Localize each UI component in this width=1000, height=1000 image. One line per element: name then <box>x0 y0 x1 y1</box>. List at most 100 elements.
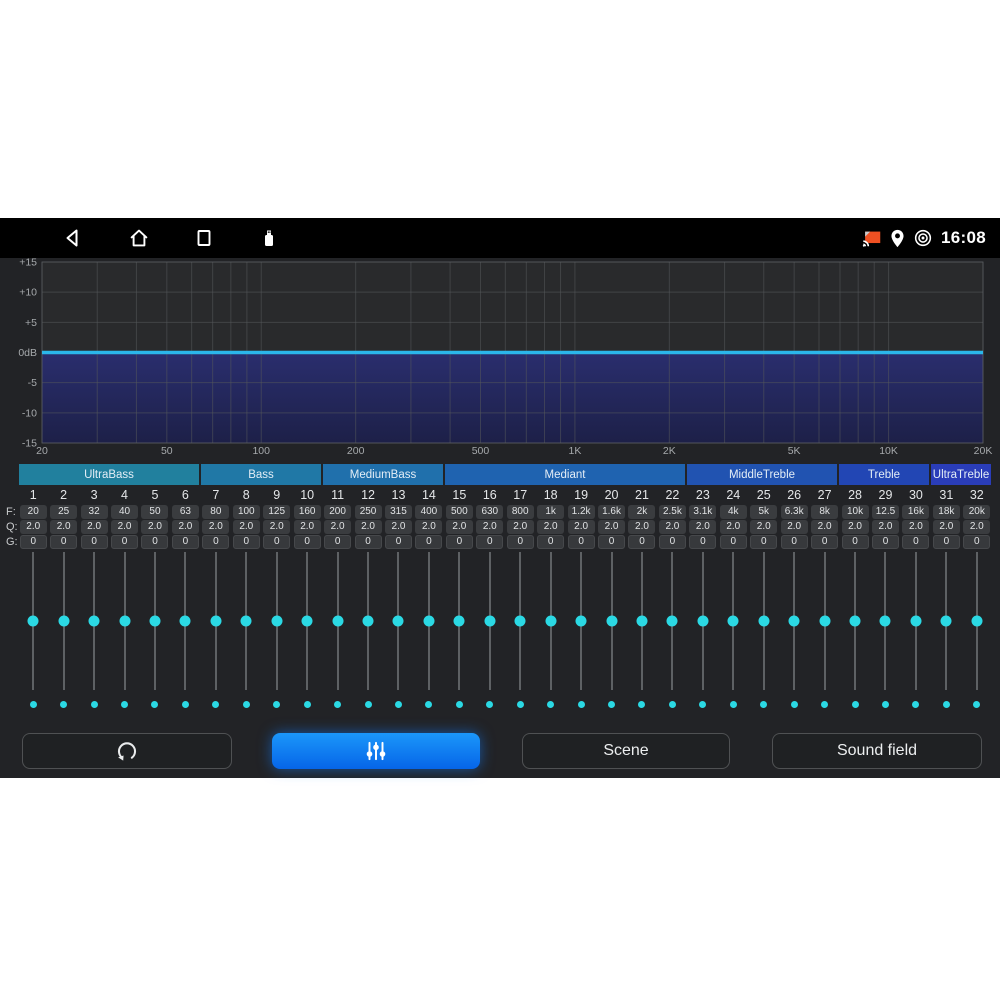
band-q-value: 2.0 <box>50 520 77 534</box>
slider-thumb[interactable] <box>302 616 313 627</box>
band-gain-slider[interactable] <box>140 552 170 690</box>
slider-thumb[interactable] <box>363 616 374 627</box>
band-gain-slider[interactable] <box>201 552 231 690</box>
slider-thumb[interactable] <box>941 616 952 627</box>
band-gain-slider[interactable] <box>231 552 261 690</box>
band-group-bass: Bass <box>201 464 321 485</box>
band-gain-slider[interactable] <box>749 552 779 690</box>
band-gain-slider[interactable] <box>535 552 565 690</box>
band-gain-slider[interactable] <box>870 552 900 690</box>
band-gain-slider[interactable] <box>383 552 413 690</box>
equalizer-button[interactable] <box>272 733 480 769</box>
x-axis-tick-label: 20K <box>974 445 993 457</box>
band-gain-slider[interactable] <box>657 552 687 690</box>
band-gain-slider[interactable] <box>414 552 444 690</box>
band-gain-slider[interactable] <box>262 552 292 690</box>
band-gain-value: 0 <box>568 535 595 549</box>
slider-thumb[interactable] <box>393 616 404 627</box>
band-gain-slider[interactable] <box>566 552 596 690</box>
slider-thumb[interactable] <box>484 616 495 627</box>
band-gain-slider[interactable] <box>292 552 322 690</box>
band-indicator <box>505 701 535 709</box>
slider-track <box>124 552 126 690</box>
band-gain-value: 0 <box>781 535 808 549</box>
slider-thumb[interactable] <box>149 616 160 627</box>
band-q-value: 2.0 <box>537 520 564 534</box>
band-gain-slider[interactable] <box>170 552 200 690</box>
band-gain-slider[interactable] <box>353 552 383 690</box>
slider-thumb[interactable] <box>515 616 526 627</box>
band-gain-slider[interactable] <box>322 552 352 690</box>
slider-thumb[interactable] <box>58 616 69 627</box>
slider-thumb[interactable] <box>697 616 708 627</box>
band-number: 16 <box>475 487 505 503</box>
slider-thumb[interactable] <box>789 616 800 627</box>
slider-thumb[interactable] <box>728 616 739 627</box>
band-indicator <box>779 701 809 709</box>
recents-button[interactable] <box>190 224 218 252</box>
slider-thumb[interactable] <box>636 616 647 627</box>
hotspot-icon <box>912 227 934 249</box>
slider-thumb[interactable] <box>758 616 769 627</box>
slider-thumb[interactable] <box>28 616 39 627</box>
band-gain-slider[interactable] <box>505 552 535 690</box>
band-gain-slider[interactable] <box>475 552 505 690</box>
slider-thumb[interactable] <box>210 616 221 627</box>
slider-thumb[interactable] <box>850 616 861 627</box>
slider-thumb[interactable] <box>545 616 556 627</box>
sound-field-button[interactable]: Sound field <box>772 733 982 769</box>
band-gain-slider[interactable] <box>109 552 139 690</box>
slider-thumb[interactable] <box>332 616 343 627</box>
slider-thumb[interactable] <box>423 616 434 627</box>
band-indicator-dot <box>699 701 706 708</box>
slider-thumb[interactable] <box>971 616 982 627</box>
y-axis-tick-label: -5 <box>28 377 37 389</box>
slider-thumb[interactable] <box>180 616 191 627</box>
slider-thumb[interactable] <box>271 616 282 627</box>
slider-thumb[interactable] <box>454 616 465 627</box>
band-number: 8 <box>231 487 261 503</box>
slider-thumb[interactable] <box>667 616 678 627</box>
band-gain-slider[interactable] <box>718 552 748 690</box>
band-gain-slider[interactable] <box>48 552 78 690</box>
slider-thumb[interactable] <box>89 616 100 627</box>
slider-thumb[interactable] <box>910 616 921 627</box>
slider-track <box>63 552 65 690</box>
reset-button[interactable] <box>22 733 232 769</box>
band-number: 4 <box>109 487 139 503</box>
band-number: 22 <box>657 487 687 503</box>
band-frequency-value: 2k <box>628 505 655 519</box>
slider-thumb[interactable] <box>241 616 252 627</box>
band-gain-slider[interactable] <box>688 552 718 690</box>
slider-track <box>154 552 156 690</box>
equalizer-screen: 16:08 +15+10+50dB-5-10-1520501002005001K… <box>0 218 1000 778</box>
band-gain-slider[interactable] <box>931 552 961 690</box>
reset-icon <box>114 738 140 764</box>
slider-thumb[interactable] <box>119 616 130 627</box>
band-gain-slider[interactable] <box>444 552 474 690</box>
back-button[interactable] <box>60 224 88 252</box>
band-number: 11 <box>322 487 352 503</box>
band-gain-slider[interactable] <box>962 552 992 690</box>
band-gain-slider[interactable] <box>627 552 657 690</box>
band-gain-slider[interactable] <box>840 552 870 690</box>
slider-thumb[interactable] <box>576 616 587 627</box>
band-gain-slider[interactable] <box>18 552 48 690</box>
band-indicator <box>353 701 383 709</box>
slider-thumb[interactable] <box>606 616 617 627</box>
home-button[interactable] <box>125 224 153 252</box>
band-gain-slider[interactable] <box>779 552 809 690</box>
band-gain-slider[interactable] <box>596 552 626 690</box>
slider-thumb[interactable] <box>880 616 891 627</box>
band-number: 12 <box>353 487 383 503</box>
slider-track <box>245 552 247 690</box>
band-indicator <box>809 701 839 709</box>
scene-button[interactable]: Scene <box>522 733 730 769</box>
band-gain-value: 0 <box>294 535 321 549</box>
band-gain-slider[interactable] <box>79 552 109 690</box>
slider-thumb[interactable] <box>819 616 830 627</box>
y-axis-tick-label: +5 <box>25 317 37 329</box>
band-gain-slider[interactable] <box>901 552 931 690</box>
band-gain-slider[interactable] <box>809 552 839 690</box>
band-frequency-value: 100 <box>233 505 260 519</box>
